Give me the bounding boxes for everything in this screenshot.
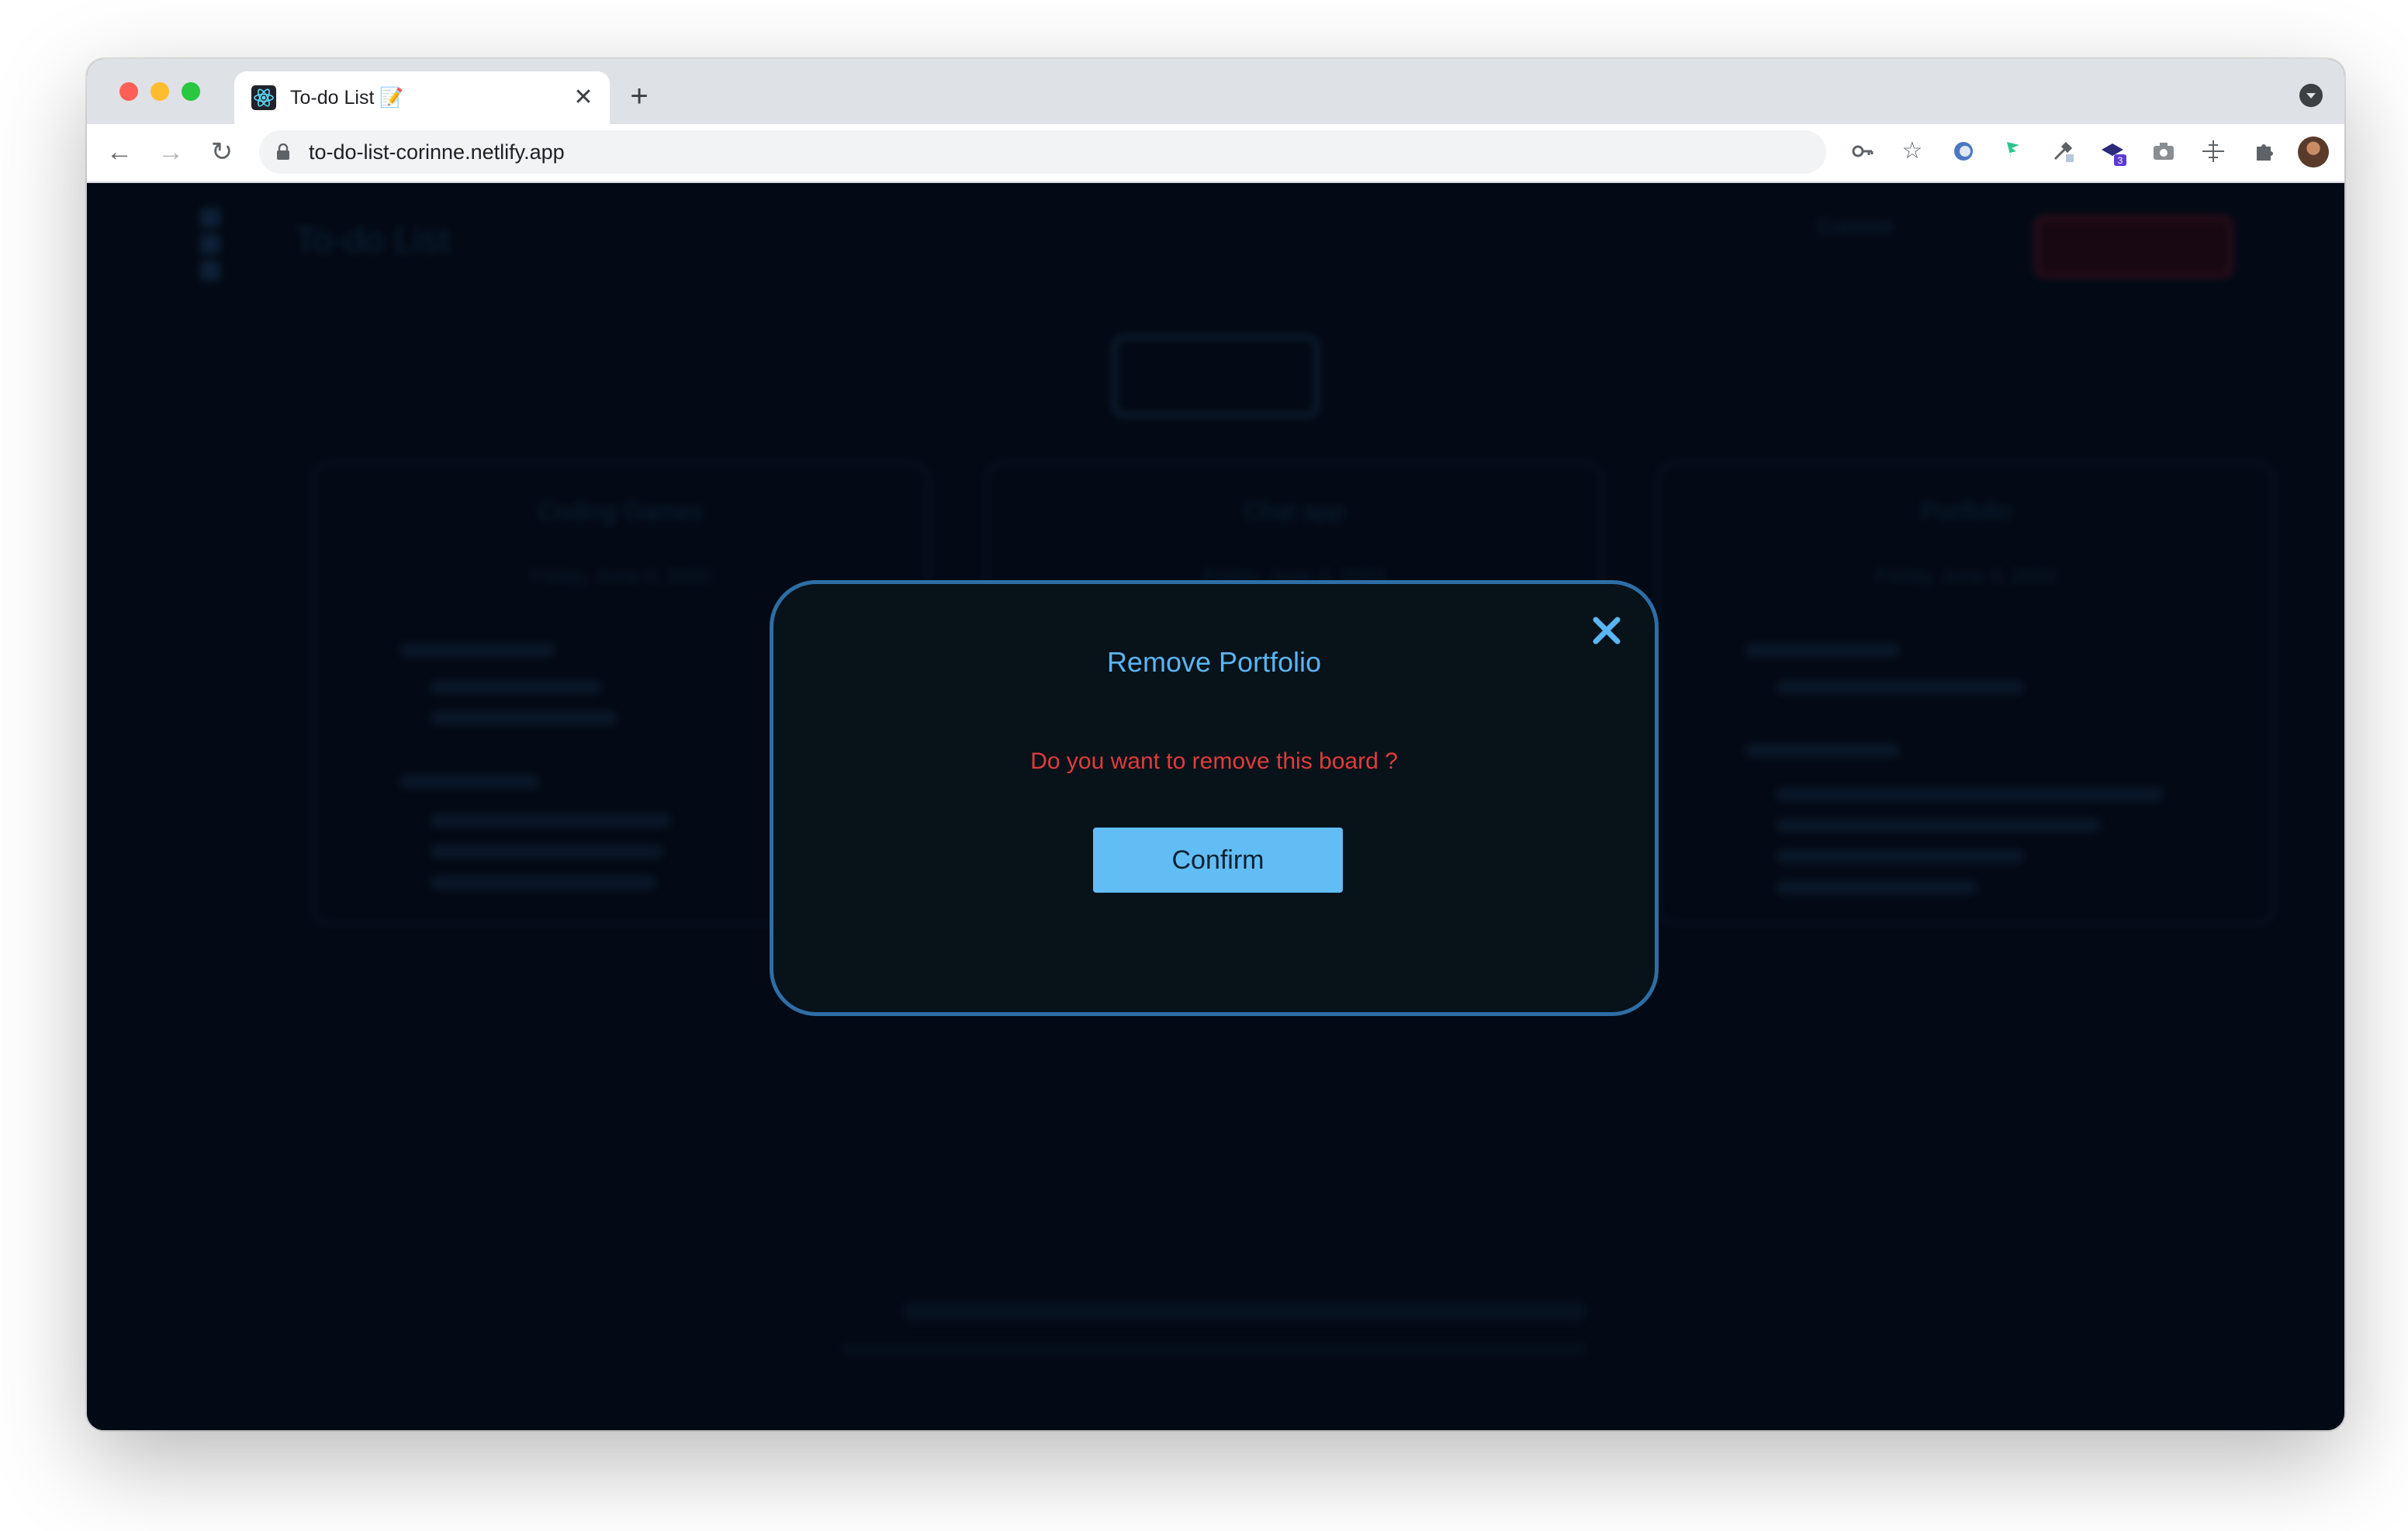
lock-icon	[277, 143, 289, 160]
extension-purple-icon[interactable]: 3	[2096, 133, 2132, 169]
tab-close-icon[interactable]: ✕	[569, 84, 597, 112]
tab-search-icon[interactable]	[2299, 84, 2323, 107]
maximize-window-button[interactable]	[182, 82, 200, 101]
key-icon[interactable]	[1845, 133, 1880, 169]
puzzle-icon[interactable]	[2247, 133, 2282, 169]
extension-green-icon[interactable]	[1995, 133, 2031, 169]
address-bar[interactable]: to-do-list-corinne.netlify.app	[259, 130, 1826, 174]
add-board-button[interactable]	[1112, 335, 1319, 417]
modal-message: Do you want to remove this board ?	[1030, 748, 1398, 774]
new-tab-button[interactable]: +	[622, 79, 656, 113]
user-name: Corinne	[1817, 214, 1894, 238]
tab-bar: To-do List 📝 ✕ +	[87, 59, 2344, 124]
app-title: To-do List	[295, 219, 450, 260]
tab-title: To-do List 📝	[290, 87, 404, 109]
browser-window: To-do List 📝 ✕ + ← → ↻ to-do-list-corinn…	[87, 59, 2344, 1430]
url-text: to-do-list-corinne.netlify.app	[309, 140, 565, 164]
ruler-icon[interactable]	[2195, 133, 2231, 169]
forward-arrow-icon[interactable]: →	[152, 133, 189, 171]
board-card: Portfolio Friday, June 3, 2022	[1657, 462, 2275, 924]
react-icon	[251, 85, 276, 110]
modal-title: Remove Portfolio	[1106, 646, 1322, 678]
browser-toolbar: ← → ↻ to-do-list-corinne.netlify.app ☆ 3	[87, 124, 2344, 183]
remove-board-modal: Remove Portfolio Do you want to remove t…	[770, 580, 1659, 1016]
board-title: Coding Games	[538, 497, 704, 525]
reload-icon[interactable]: ↻	[203, 133, 240, 171]
eyedropper-icon[interactable]	[2045, 133, 2081, 169]
minimize-window-button[interactable]	[150, 82, 169, 101]
board-date: Friday, June 3, 2022	[1874, 564, 2057, 587]
star-icon[interactable]: ☆	[1894, 133, 1930, 169]
back-arrow-icon[interactable]: ←	[101, 133, 138, 171]
app-page: To-do List Corinne Coding Games Friday, …	[87, 183, 2344, 1430]
board-title: Chat app	[1244, 497, 1344, 525]
extension-badge: 3	[2118, 155, 2123, 166]
extension-blue-icon[interactable]	[1946, 133, 1981, 169]
browser-tab[interactable]: To-do List 📝 ✕	[234, 71, 610, 124]
camera-icon[interactable]	[2146, 133, 2181, 169]
close-icon[interactable]	[1590, 613, 1624, 648]
board-title: Portfolio	[1920, 497, 2012, 525]
profile-avatar[interactable]	[2298, 137, 2329, 168]
logout-button[interactable]	[2034, 216, 2233, 278]
close-window-button[interactable]	[119, 82, 138, 101]
confirm-button[interactable]: Confirm	[1093, 828, 1343, 893]
